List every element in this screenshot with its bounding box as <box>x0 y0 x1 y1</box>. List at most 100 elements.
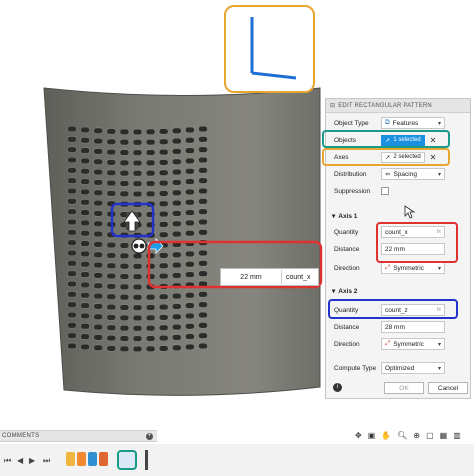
axis2-quantity-input[interactable]: count_z fx <box>381 304 445 316</box>
objects-select-button[interactable]: ➚ 1 selected <box>381 134 425 146</box>
axis1-direction-label: Direction <box>334 264 360 272</box>
axis1-quantity-input[interactable]: count_x fx <box>381 226 445 238</box>
display-settings-icon[interactable]: ▢ <box>426 431 434 440</box>
info-icon[interactable]: i <box>333 383 342 392</box>
pattern-slot <box>145 294 156 301</box>
pattern-slot <box>132 232 143 239</box>
pattern-slot <box>198 156 208 163</box>
suppression-row: Suppression <box>326 184 472 198</box>
edit-rectangular-pattern-dialog: ⊟ EDIT RECTANGULAR PATTERN Object Type ⧉… <box>325 98 471 399</box>
compute-type-dropdown[interactable]: Optimized ▾ <box>381 362 445 374</box>
pattern-slot <box>145 273 156 280</box>
cancel-button[interactable]: Cancel <box>428 382 468 394</box>
ok-button[interactable]: OK <box>384 382 424 394</box>
pattern-slot <box>93 241 103 248</box>
pattern-slot <box>93 262 103 269</box>
axis2-quantity-value: count_z <box>385 306 408 314</box>
pattern-slot <box>185 178 195 185</box>
pattern-slot <box>80 209 90 216</box>
grid-icon[interactable]: ▦ <box>440 431 448 440</box>
pattern-slot <box>106 324 117 331</box>
pattern-slot <box>67 322 77 329</box>
pattern-slot <box>67 332 77 339</box>
timeline-marker[interactable] <box>145 450 148 470</box>
pattern-slot <box>172 272 182 279</box>
pattern-slot <box>80 281 90 288</box>
look-at-icon[interactable]: ▣ <box>368 431 376 440</box>
pattern-slot <box>67 198 77 205</box>
viewports-icon[interactable]: ▥ <box>453 431 461 440</box>
zoom-icon[interactable]: 🔍︎ <box>397 431 407 440</box>
distribution-label: Distribution <box>334 170 367 178</box>
pattern-slot <box>67 167 77 174</box>
pattern-slot <box>132 315 143 322</box>
pattern-slot <box>172 127 182 134</box>
axis2-section-header[interactable]: ▾ Axis 2 <box>326 285 472 297</box>
axis1-distance-input[interactable]: 22 mm <box>381 243 445 255</box>
distribution-dropdown[interactable]: ⇹ Spacing ▾ <box>381 168 445 180</box>
object-type-dropdown[interactable]: ⧉ Features ▾ <box>381 117 445 129</box>
pattern-slot <box>132 294 143 301</box>
go-to-end-icon[interactable]: ⏭ <box>43 456 50 466</box>
pattern-slot <box>67 312 77 319</box>
extrude-feature-icon[interactable] <box>77 452 86 466</box>
sketch-feature-icon[interactable] <box>66 452 75 466</box>
pattern-slot <box>132 201 143 208</box>
pattern-slot <box>80 302 90 309</box>
objects-row: Objects ➚ 1 selected ✕ <box>326 133 472 147</box>
axis2-distance-input[interactable]: 28 mm <box>381 321 445 333</box>
pattern-slot <box>132 273 143 280</box>
close-icon: ✕ <box>429 135 437 145</box>
add-comment-icon[interactable]: + <box>146 432 153 440</box>
step-back-icon[interactable]: ◀ <box>17 456 23 465</box>
pattern-slot <box>67 281 77 288</box>
axes-clear-button[interactable]: ✕ <box>428 152 438 163</box>
pattern-slot <box>119 170 130 177</box>
go-to-start-icon[interactable]: ⏮ <box>4 456 11 466</box>
comments-bar[interactable]: COMMENTS + <box>0 430 157 442</box>
pattern-slot <box>80 250 90 257</box>
pattern-slot <box>145 345 156 352</box>
axis2-direction-dropdown[interactable]: ⤢ Symmetric ▾ <box>381 338 445 350</box>
floating-quantity-value[interactable]: count_x <box>282 274 318 281</box>
axis1-direction-dropdown[interactable]: ⤢ Symmetric ▾ <box>381 262 445 274</box>
cursor-icon: ➚ <box>385 137 391 144</box>
pattern-slot <box>158 149 169 156</box>
suppression-checkbox[interactable] <box>381 187 389 195</box>
pattern-slot <box>132 263 143 270</box>
objects-clear-button[interactable]: ✕ <box>428 135 438 146</box>
axis1-section-header[interactable]: ▾ Axis 1 <box>326 210 472 222</box>
fit-icon[interactable]: ⊕ <box>413 431 420 440</box>
pattern-slot <box>158 252 169 259</box>
axes-highlight-inset <box>224 5 315 93</box>
body-feature-icon[interactable] <box>88 452 97 466</box>
axis1-quantity-row: Quantity count_x fx <box>326 225 472 239</box>
pattern-slot <box>80 271 90 278</box>
pattern-slot <box>185 168 195 175</box>
pattern-slot <box>80 292 90 299</box>
pattern-slot <box>158 180 169 187</box>
pattern-slot <box>93 200 103 207</box>
pan-icon[interactable]: ✋ <box>381 431 391 440</box>
dialog-header[interactable]: ⊟ EDIT RECTANGULAR PATTERN <box>326 99 470 113</box>
floating-distance-input[interactable]: 22 mm count_x <box>220 268 319 286</box>
pattern-slot <box>67 136 77 143</box>
pattern-slot <box>198 187 208 194</box>
pattern-slot <box>198 208 208 215</box>
axis2-distance-row: Distance 28 mm <box>326 320 472 334</box>
timeline-features <box>66 452 112 468</box>
pattern-feature-icon[interactable] <box>117 450 137 470</box>
axes-select-button[interactable]: ➚ 2 selected <box>381 151 425 163</box>
pattern-slot <box>106 273 117 280</box>
play-icon[interactable]: ▶ <box>29 456 35 465</box>
floating-distance-value[interactable]: 22 mm <box>221 274 281 281</box>
pattern-slot <box>158 200 169 207</box>
pattern-slot <box>145 159 156 166</box>
chevron-down-icon: ▾ <box>437 120 441 127</box>
orbit-icon[interactable]: ✥ <box>355 431 362 440</box>
pattern-slot <box>158 138 169 145</box>
cut-feature-icon[interactable] <box>99 452 108 466</box>
pattern-slot <box>158 273 169 280</box>
pattern-slot <box>106 231 117 238</box>
pattern-slot <box>93 220 103 227</box>
